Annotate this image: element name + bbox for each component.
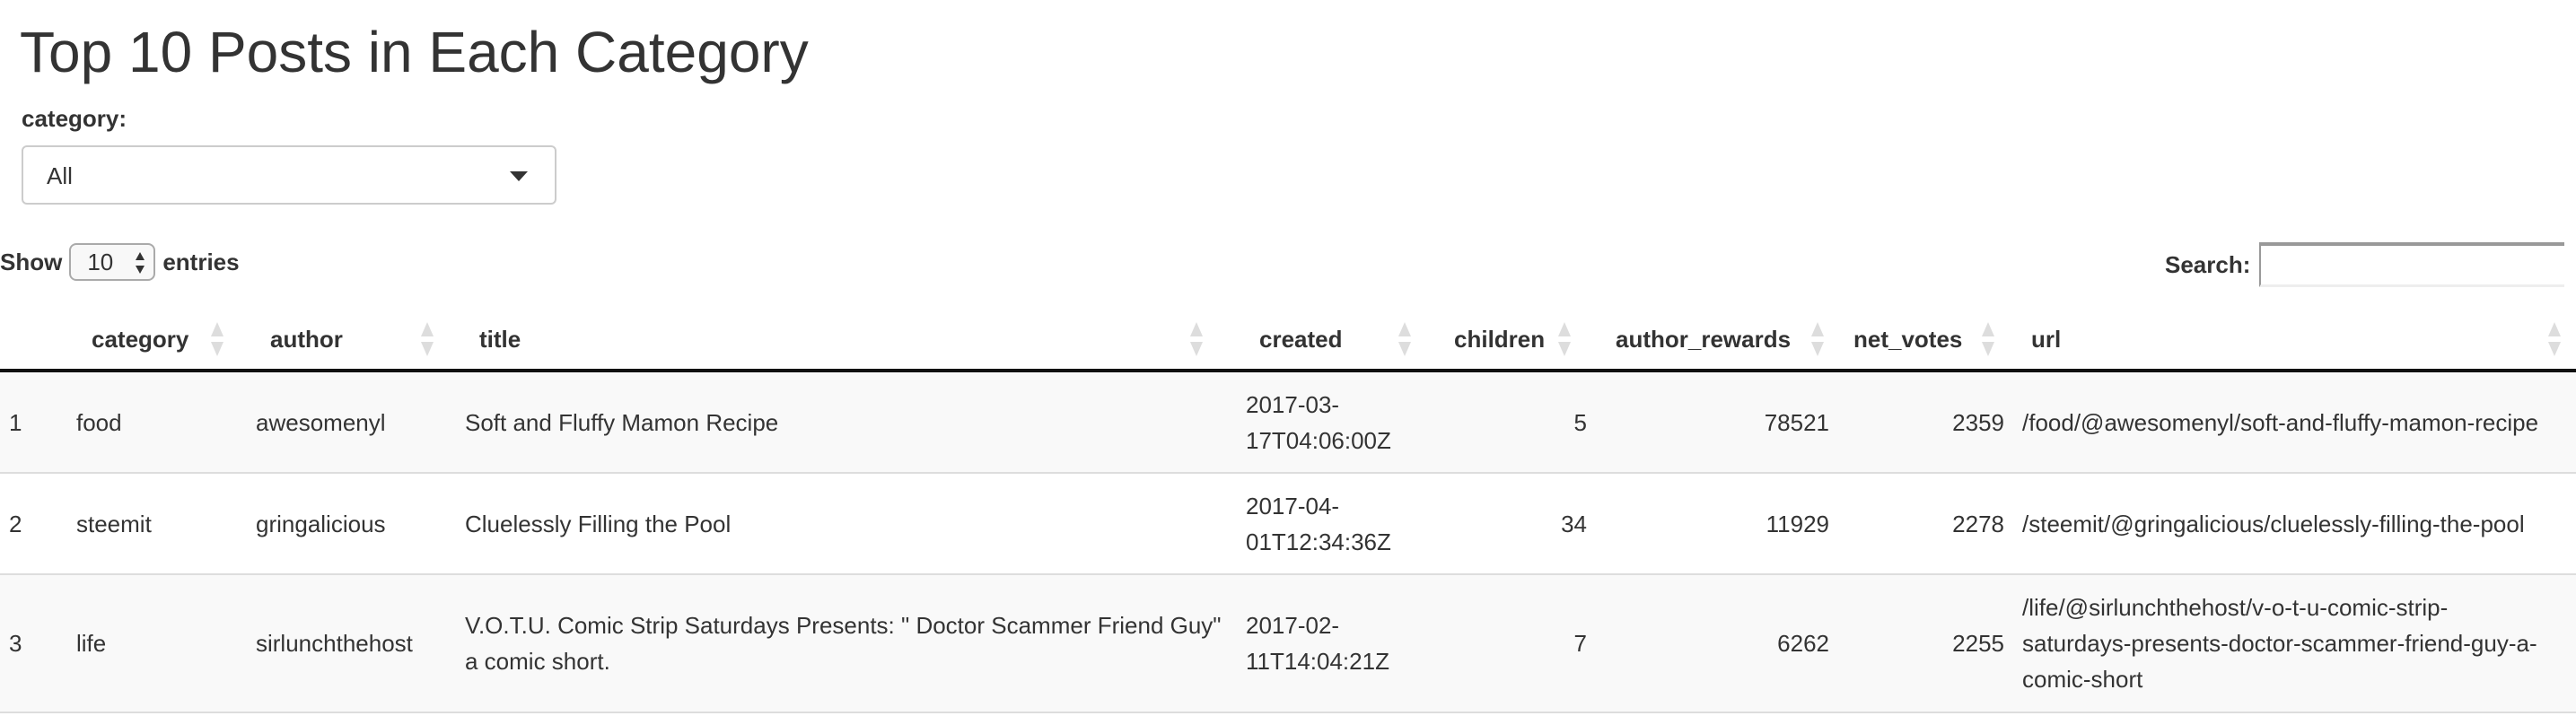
cell-index: 1 <box>0 371 67 474</box>
column-label: created <box>1259 326 1343 353</box>
sort-icon <box>1190 322 1203 356</box>
cell-title: Soft and Fluffy Mamon Recipe <box>456 371 1237 474</box>
chevron-down-icon <box>510 171 528 181</box>
page-length-value: 10 <box>87 249 114 275</box>
column-label: title <box>479 326 521 353</box>
cell-index: 3 <box>0 574 67 713</box>
column-header-title[interactable]: title <box>456 310 1237 372</box>
cell-title: Cluelessly Filling the Pool <box>456 473 1237 575</box>
table-row[interactable]: 2 steemit gringalicious Cluelessly Filli… <box>0 473 2576 575</box>
cell-url: /steemit/@gringalicious/cluelessly-filli… <box>2013 473 2576 575</box>
page-title: Top 10 Posts in Each Category <box>20 20 809 84</box>
page-length-control: Show 10 entries <box>0 242 240 282</box>
cell-children: 5 <box>1443 371 1596 474</box>
cell-category: steemit <box>67 473 247 575</box>
column-header-author-rewards[interactable]: author_rewards <box>1596 310 1838 372</box>
category-select[interactable]: All <box>22 145 556 205</box>
cell-net-votes: 2255 <box>1838 574 2013 713</box>
cell-children: 7 <box>1443 574 1596 713</box>
cell-author-rewards: 6262 <box>1596 574 1838 713</box>
column-label: author_rewards <box>1616 326 1792 353</box>
category-filter-label: category: <box>22 105 127 132</box>
sort-icon <box>1398 322 1411 356</box>
column-label: category <box>92 326 189 353</box>
stepper-arrows-icon <box>136 252 145 274</box>
cell-author-rewards: 11929 <box>1596 473 1838 575</box>
category-select-value: All <box>47 162 73 189</box>
cell-net-votes: 2278 <box>1838 473 2013 575</box>
cell-author: sirlunchthehost <box>247 574 456 713</box>
search-label: Search: <box>2165 250 2251 278</box>
table-search: Search: <box>2165 242 2565 287</box>
show-label: Show <box>0 249 63 275</box>
sort-icon <box>1558 322 1571 356</box>
column-label: author <box>270 326 343 353</box>
cell-created: 2017-03-17T04:06:00Z <box>1237 371 1443 474</box>
sort-icon <box>1982 322 1994 356</box>
cell-title: V.O.T.U. Comic Strip Saturdays Presents:… <box>456 574 1237 713</box>
sort-icon <box>1811 322 1824 356</box>
cell-url: /life/@sirlunchthehost/v-o-t-u-comic-str… <box>2013 574 2576 713</box>
sort-icon <box>421 322 434 356</box>
column-header-net-votes[interactable]: net_votes <box>1838 310 2013 372</box>
page-length-select[interactable]: 10 <box>69 243 156 281</box>
cell-index: 2 <box>0 473 67 575</box>
column-header-category[interactable]: category <box>67 310 247 372</box>
cell-created: 2017-04-01T12:34:36Z <box>1237 473 1443 575</box>
column-header-children[interactable]: children <box>1443 310 1596 372</box>
sort-icon <box>211 322 223 356</box>
column-label: url <box>2031 326 2062 353</box>
cell-created: 2017-02-11T14:04:21Z <box>1237 574 1443 713</box>
column-header-index[interactable] <box>0 310 67 372</box>
search-input[interactable] <box>2259 242 2565 287</box>
cell-url: /food/@awesomenyl/soft-and-fluffy-mamon-… <box>2013 371 2576 474</box>
cell-author: gringalicious <box>247 473 456 575</box>
column-header-author[interactable]: author <box>247 310 456 372</box>
column-header-url[interactable]: url <box>2013 310 2576 372</box>
header-row: category author title created children a… <box>0 310 2576 372</box>
column-label: children <box>1454 326 1546 353</box>
column-header-created[interactable]: created <box>1237 310 1443 372</box>
table-row[interactable]: 3 life sirlunchthehost V.O.T.U. Comic St… <box>0 574 2576 713</box>
cell-children: 34 <box>1443 473 1596 575</box>
table-row[interactable]: 1 food awesomenyl Soft and Fluffy Mamon … <box>0 371 2576 474</box>
column-label: net_votes <box>1853 326 1963 353</box>
cell-author-rewards: 78521 <box>1596 371 1838 474</box>
cell-net-votes: 2359 <box>1838 371 2013 474</box>
cell-author: awesomenyl <box>247 371 456 474</box>
sort-icon <box>2548 322 2561 356</box>
entries-label: entries <box>162 249 240 275</box>
cell-category: food <box>67 371 247 474</box>
posts-table: category author title created children a… <box>0 310 2576 713</box>
cell-category: life <box>67 574 247 713</box>
